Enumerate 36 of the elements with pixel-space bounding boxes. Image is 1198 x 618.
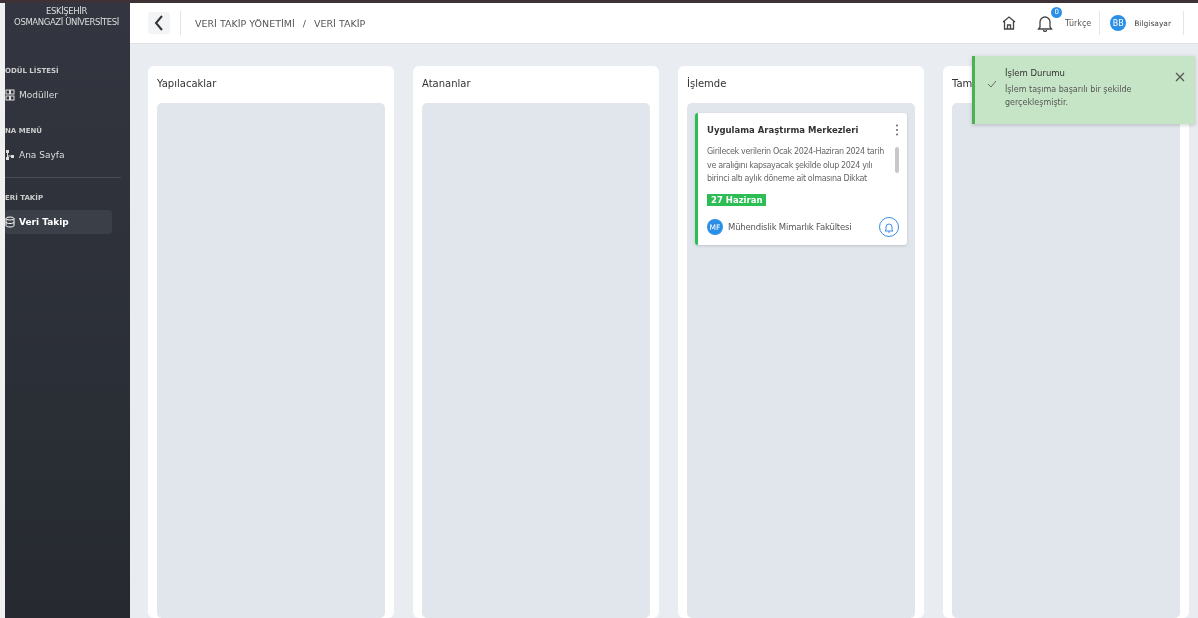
column-title: Atananlar xyxy=(422,77,471,91)
grid-icon xyxy=(5,89,15,101)
bell-icon xyxy=(884,221,894,233)
column-title: İşlemde xyxy=(687,76,727,91)
column-title: Yapılacaklar xyxy=(157,77,217,91)
university-name: OSMANGAZİ ÜNİVERSİTESİ xyxy=(13,17,120,28)
notifications-button[interactable] xyxy=(1035,14,1056,32)
card-description: Girilecek verilerin Ocak 2024-Haziran 2024 tarih ve aralığını kapsayacak şekilde olup 2024 yılı birinci altı aylık döneme ait olmasına Dikkat xyxy=(707,146,885,185)
more-vertical-icon xyxy=(895,124,899,136)
close-button[interactable] xyxy=(1175,72,1185,82)
user-avatar: BB xyxy=(1110,15,1127,31)
language-selector[interactable]: Türkçe xyxy=(1065,11,1101,35)
toast-title: İşlem Durumu xyxy=(1005,68,1066,78)
back-button[interactable] xyxy=(148,12,170,34)
sidebar-item[interactable]: Veri Takip xyxy=(5,210,112,234)
home-icon xyxy=(1001,15,1018,31)
university-name: ESKİŞEHİR xyxy=(45,6,88,17)
scrollbar xyxy=(895,147,899,173)
due-date-tag: 27 Haziran xyxy=(707,194,767,206)
column-title: Tam xyxy=(952,77,973,91)
breadcrumb-item: VERİ TAKİP YÖNETİMİ xyxy=(195,17,295,29)
toast-message: İşlem taşıma başarılı bir şekilde gerçekleşmiştir. xyxy=(1005,83,1133,109)
database-icon xyxy=(5,216,15,228)
breadcrumb-item: VERİ TAKİP xyxy=(313,17,366,29)
sidebar-item[interactable]: Modüller xyxy=(5,83,121,107)
bell-icon xyxy=(1037,14,1054,32)
assignee-name: Mühendislik Mimarlık Fakültesi xyxy=(728,222,853,232)
sidebar-item[interactable]: Ana Sayfa xyxy=(5,143,121,167)
sitemap-icon xyxy=(5,149,15,161)
chevron-left-icon xyxy=(154,15,164,31)
task-card[interactable] xyxy=(695,113,907,245)
breadcrumb-separator: / xyxy=(302,17,306,29)
reminder-button[interactable] xyxy=(879,217,899,237)
close-icon xyxy=(1175,72,1185,82)
checkmark-icon xyxy=(987,80,997,88)
card-title: Uygulama Araştırma Merkezleri xyxy=(707,125,859,135)
